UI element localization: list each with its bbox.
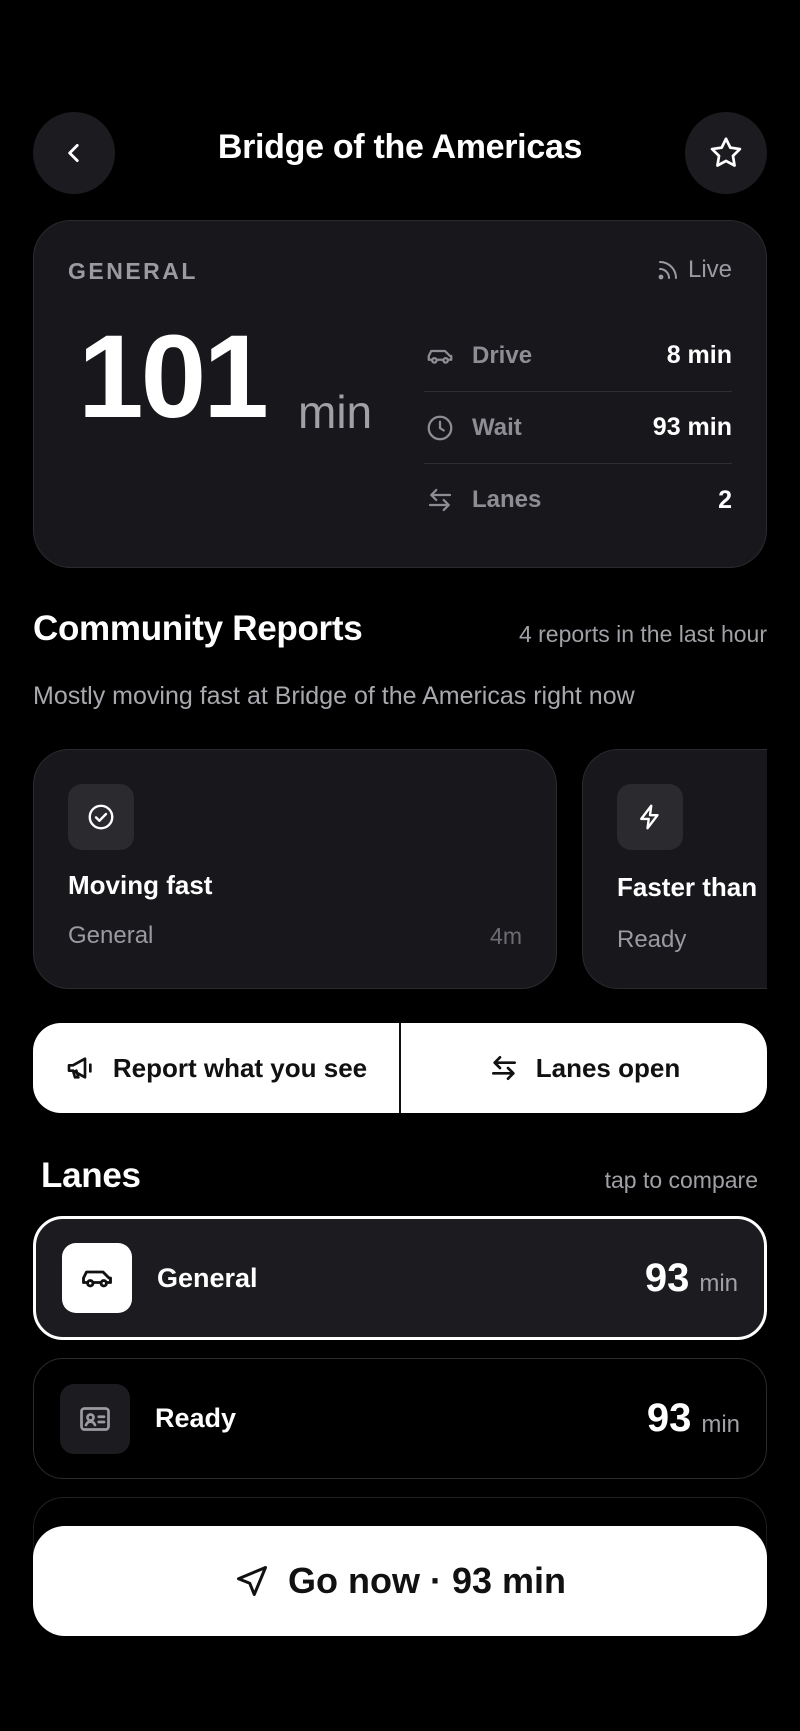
favorite-button[interactable]	[685, 112, 767, 194]
community-reports-meta: 4 reports in the last hour	[518, 621, 767, 647]
live-indicator: Live	[656, 256, 732, 284]
stat-label: Wait	[472, 413, 522, 441]
signal-icon	[656, 258, 680, 282]
community-reports-title: Community Reports	[33, 609, 363, 648]
lightning-icon	[617, 784, 683, 850]
megaphone-icon	[65, 1052, 97, 1084]
total-time-value: 101	[78, 311, 269, 443]
lanes-title: Lanes	[41, 1156, 141, 1195]
report-card[interactable]: Faster than Ready	[582, 749, 767, 989]
lane-name: General	[157, 1262, 258, 1293]
go-now-button[interactable]: Go now · 93 min	[33, 1526, 767, 1636]
lane-row-ready[interactable]: Ready 93 min	[33, 1358, 767, 1479]
stat-value: 93 min	[652, 413, 732, 441]
report-age: 4m	[490, 923, 522, 949]
lane-wait-unit: min	[701, 1410, 740, 1438]
report-lane: Ready	[617, 926, 687, 953]
report-lane: General	[68, 922, 154, 949]
report-button[interactable]: Report what you see	[33, 1023, 399, 1113]
star-icon	[707, 134, 745, 172]
stat-row-lanes: Lanes 2	[424, 464, 732, 536]
report-button-label: Report what you see	[112, 1052, 368, 1083]
clock-icon	[424, 413, 456, 443]
report-actions-bar: Report what you see Lanes open	[33, 1023, 767, 1113]
navigation-arrow-icon	[234, 1563, 270, 1599]
check-circle-icon	[68, 784, 134, 850]
stat-label: Drive	[472, 341, 533, 369]
chevron-left-icon	[61, 140, 87, 166]
stat-value: 2	[718, 485, 732, 514]
lanes-hint: tap to compare	[604, 1167, 758, 1193]
total-time-unit: min	[298, 386, 373, 438]
live-label: Live	[687, 256, 732, 283]
lane-wait-value: 93	[644, 1255, 690, 1300]
lane-row-general[interactable]: General 93 min	[33, 1216, 767, 1340]
arrows-swap-icon	[488, 1052, 520, 1084]
car-icon	[424, 341, 456, 371]
stat-row-drive: Drive 8 min	[424, 320, 732, 392]
stat-label: Lanes	[472, 486, 542, 513]
report-title: Moving fast	[68, 870, 213, 900]
page-title: Bridge of the Americas	[217, 128, 583, 166]
report-card[interactable]: Moving fast General 4m	[33, 749, 557, 989]
lane-name: Ready	[155, 1403, 237, 1433]
lanes-open-button[interactable]: Lanes open	[401, 1023, 767, 1113]
back-button[interactable]	[33, 112, 115, 194]
arrows-swap-icon	[424, 485, 456, 515]
go-now-label: Go now · 93 min	[287, 1560, 566, 1601]
lanes-open-label: Lanes open	[535, 1052, 681, 1083]
community-summary-text: Mostly moving fast at Bridge of the Amer…	[33, 682, 635, 710]
lane-type-label: GENERAL	[68, 258, 198, 284]
lane-wait-unit: min	[699, 1270, 738, 1297]
lane-wait-value: 93	[646, 1396, 692, 1440]
stat-value: 8 min	[666, 341, 732, 369]
car-icon	[62, 1243, 132, 1313]
stat-row-wait: Wait 93 min	[424, 392, 732, 464]
report-title: Faster than	[617, 872, 758, 902]
id-card-icon	[60, 1383, 130, 1454]
